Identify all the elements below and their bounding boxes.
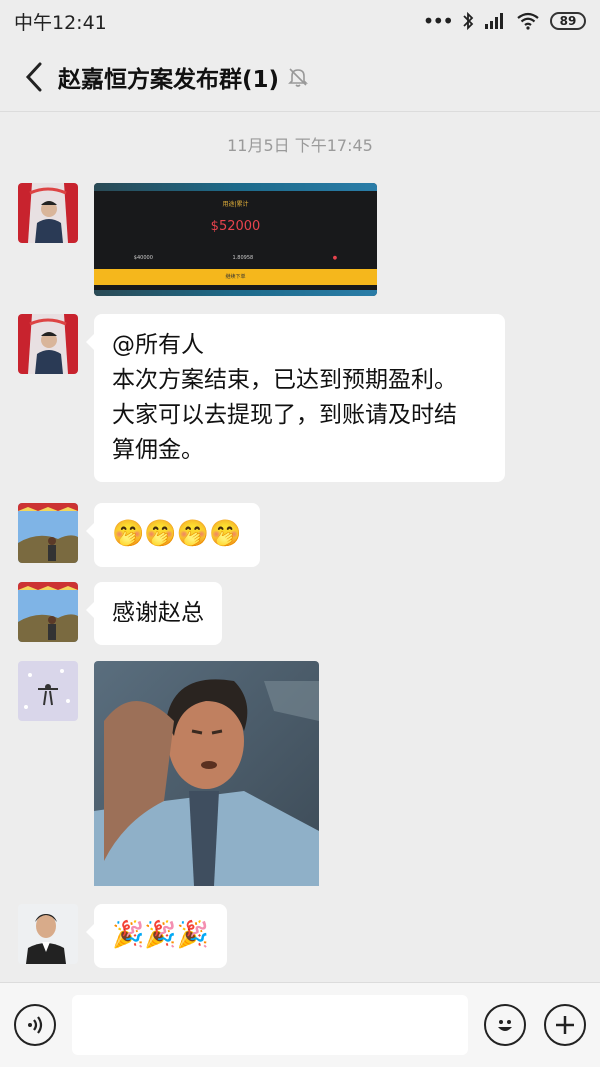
message-row xyxy=(18,661,319,890)
bluetooth-icon xyxy=(463,11,474,31)
message-row: @所有人 本次方案结束，已达到预期盈利。 大家可以去提现了，到账请及时结 算佣金… xyxy=(18,314,505,482)
mute-bell-icon xyxy=(287,66,309,88)
avatar[interactable] xyxy=(18,183,78,243)
message-bubble[interactable]: @所有人 本次方案结束，已达到预期盈利。 大家可以去提现了，到账请及时结 算佣金… xyxy=(86,314,505,482)
message-bubble[interactable]: 🎉🎉🎉 xyxy=(85,904,228,968)
screenshot-image[interactable]: 用途|累计 $52000 $40000 1.80958 ● 继续下单 xyxy=(94,183,377,296)
message-input[interactable] xyxy=(72,995,468,1055)
smiley-icon xyxy=(498,1020,512,1031)
avatar[interactable] xyxy=(18,904,78,964)
voice-icon xyxy=(28,1016,43,1034)
back-button[interactable] xyxy=(16,57,52,97)
message-text-line: 本次方案结束，已达到预期盈利。 xyxy=(112,367,457,393)
status-bar: 中午12:41 ••• 89 xyxy=(0,0,600,42)
gif-image[interactable] xyxy=(94,661,319,890)
more-button[interactable] xyxy=(544,1004,586,1046)
input-actions xyxy=(484,1004,586,1046)
message-text-line: 算佣金。 xyxy=(112,437,204,463)
message-bubble[interactable]: 感谢赵总 xyxy=(86,582,222,645)
emoji-message: 🤭🤭🤭🤭 xyxy=(112,519,242,549)
message-row: 感谢赵总 xyxy=(18,582,222,645)
voice-button[interactable] xyxy=(14,1004,56,1046)
signal-icon xyxy=(485,13,503,29)
screenshot-col-value: 1.80958 xyxy=(232,255,254,261)
avatar[interactable] xyxy=(18,503,78,563)
message-text-line: @所有人 xyxy=(112,332,204,358)
chat-title[interactable]: 赵嘉恒方案发布群(1) xyxy=(58,60,279,94)
chat-input-bar xyxy=(0,982,600,1067)
avatar[interactable] xyxy=(18,314,78,374)
message-text-line: 大家可以去提现了，到账请及时结 xyxy=(112,402,457,428)
message-row: 🎉🎉🎉 xyxy=(18,904,228,968)
battery-indicator: 89 xyxy=(550,12,586,30)
screenshot-col-value: $40000 xyxy=(133,255,153,261)
screenshot-button: 继续下单 xyxy=(94,269,377,285)
message-bubble[interactable]: 🤭🤭🤭🤭 xyxy=(86,503,260,567)
status-time: 中午12:41 xyxy=(14,11,107,34)
message-timestamp: 11月5日 下午17:45 xyxy=(227,136,373,155)
more-dots-icon: ••• xyxy=(422,9,454,33)
chat-header: 赵嘉恒方案发布群(1) xyxy=(0,42,600,112)
screenshot-columns: $40000 1.80958 ● xyxy=(133,255,338,261)
chevron-left-icon xyxy=(25,62,42,91)
emoji-message: 🎉🎉🎉 xyxy=(112,920,210,950)
plus-icon xyxy=(556,1016,574,1034)
avatar[interactable] xyxy=(18,582,78,642)
message-text: 感谢赵总 xyxy=(112,600,204,626)
wifi-icon xyxy=(517,12,539,30)
screenshot-amount: $52000 xyxy=(210,219,261,234)
screenshot-sub-label: 用途|累计 xyxy=(222,201,249,208)
avatar[interactable] xyxy=(18,661,78,721)
emoji-button[interactable] xyxy=(484,1004,526,1046)
message-row: 🤭🤭🤭🤭 xyxy=(18,503,260,567)
message-row: 用途|累计 $52000 $40000 1.80958 ● 继续下单 xyxy=(18,183,377,296)
status-icons: ••• 89 xyxy=(423,9,586,33)
